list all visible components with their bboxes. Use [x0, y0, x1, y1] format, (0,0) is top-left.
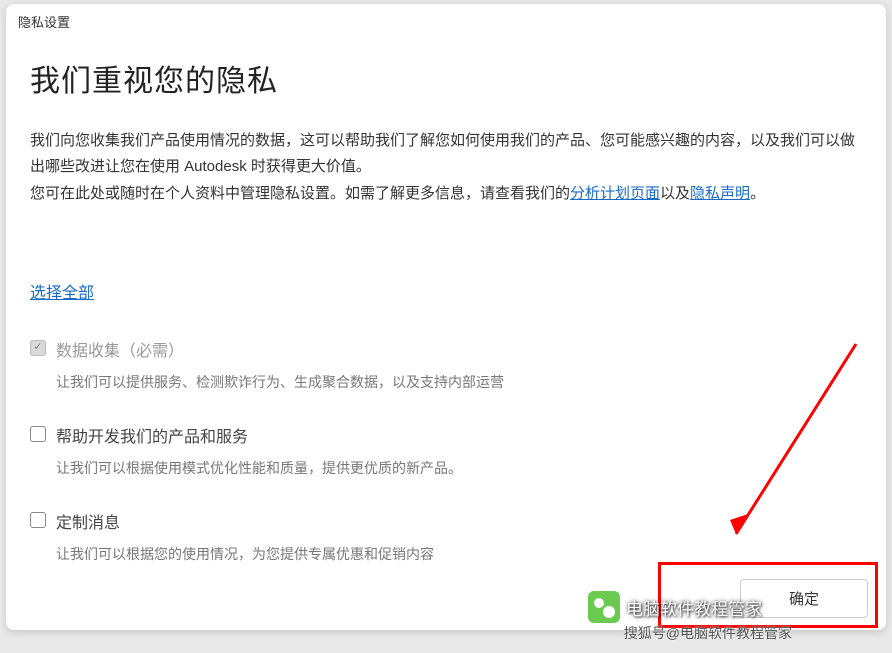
privacy-dialog: 隐私设置 我们重视您的隐私 我们向您收集我们产品使用情况的数据，这可以帮助我们了… [6, 4, 886, 630]
option-row-improve: 帮助开发我们的产品和服务 [30, 423, 862, 447]
main-heading: 我们重视您的隐私 [30, 56, 862, 100]
option-label-custom-messages: 定制消息 [56, 509, 120, 533]
intro-p2-prefix: 您可在此处或随时在个人资料中管理隐私设置。如需了解更多信息，请查看我们的 [30, 185, 570, 202]
privacy-statement-link[interactable]: 隐私声明 [690, 185, 750, 202]
analytics-plan-link[interactable]: 分析计划页面 [570, 185, 660, 202]
dialog-footer: 确定 [740, 579, 868, 618]
option-desc-data-collection: 让我们可以提供服务、检测欺诈行为、生成聚合数据，以及支持内部运营 [56, 371, 862, 393]
intro-p2-suffix: 。 [750, 185, 765, 202]
intro-p2-mid: 以及 [660, 185, 690, 202]
select-all-link[interactable]: 选择全部 [30, 285, 94, 302]
intro-paragraph-1: 我们向您收集我们产品使用情况的数据，这可以帮助我们了解您如何使用我们的产品、您可… [30, 128, 862, 179]
dialog-title-bar: 隐私设置 [6, 4, 886, 38]
checkbox-data-collection [30, 340, 46, 356]
dialog-title: 隐私设置 [18, 15, 70, 30]
checkbox-improve-products[interactable] [30, 426, 46, 442]
option-row-required: 数据收集（必需） [30, 337, 862, 361]
ok-button[interactable]: 确定 [740, 579, 868, 618]
select-all-row: 选择全部 [30, 279, 862, 303]
dialog-content: 我们重视您的隐私 我们向您收集我们产品使用情况的数据，这可以帮助我们了解您如何使… [6, 38, 886, 630]
option-label-improve-products: 帮助开发我们的产品和服务 [56, 423, 248, 447]
intro-paragraph-2: 您可在此处或随时在个人资料中管理隐私设置。如需了解更多信息，请查看我们的分析计划… [30, 181, 862, 207]
option-label-data-collection: 数据收集（必需） [56, 337, 184, 361]
checkbox-custom-messages[interactable] [30, 512, 46, 528]
option-desc-improve-products: 让我们可以根据使用模式优化性能和质量，提供更优质的新产品。 [56, 457, 862, 479]
option-row-custom-msg: 定制消息 [30, 509, 862, 533]
option-desc-custom-messages: 让我们可以根据您的使用情况，为您提供专属优惠和促销内容 [56, 543, 862, 565]
